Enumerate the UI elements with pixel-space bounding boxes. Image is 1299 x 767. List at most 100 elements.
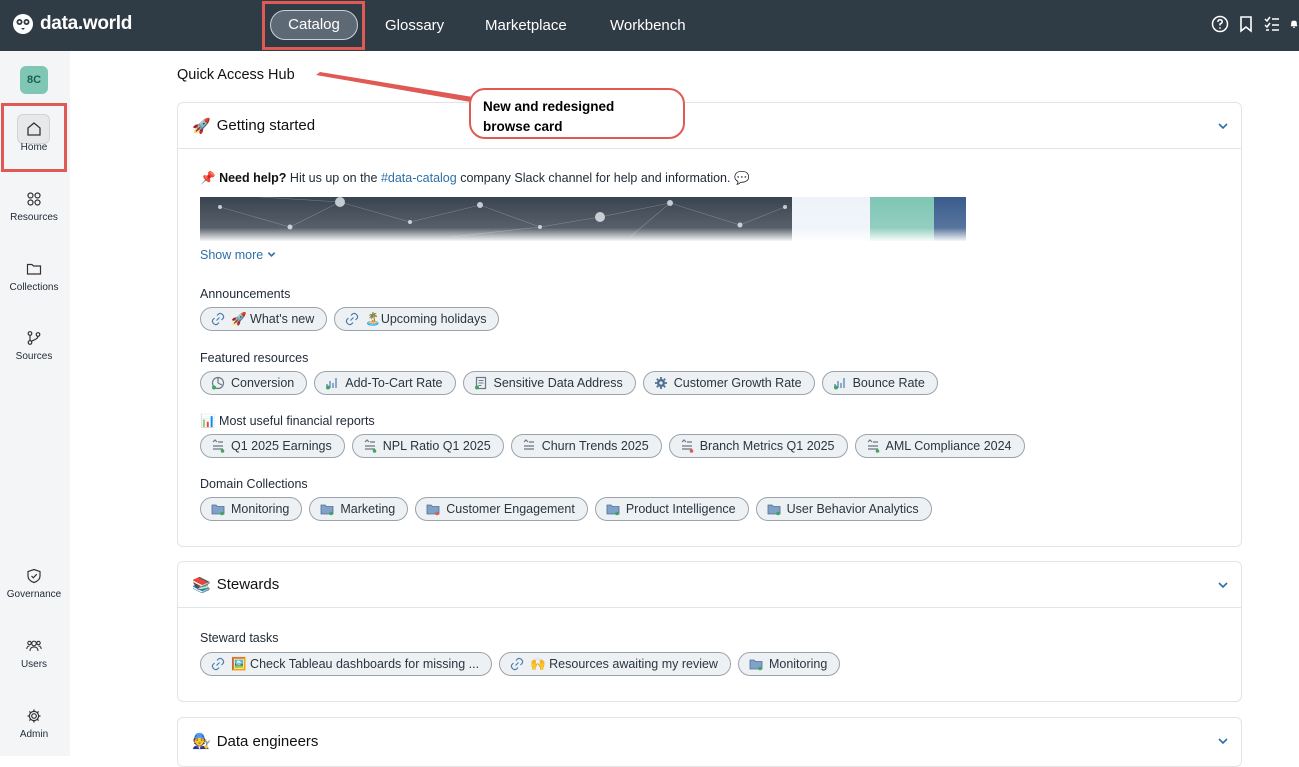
chip-npl-ratio-q1-2025[interactable]: NPL Ratio Q1 2025 — [351, 434, 504, 458]
chip-label: 🖼️ Check Tableau dashboards for missing … — [231, 656, 480, 671]
chip-product-intelligence[interactable]: Product Intelligence — [594, 497, 749, 521]
chevron-down-icon[interactable] — [1217, 735, 1229, 747]
link-icon — [346, 312, 359, 326]
nav-workbench[interactable]: Workbench — [610, 0, 686, 51]
chip-label: Sensitive Data Address — [493, 376, 623, 390]
sidebar-item-home[interactable]: Home — [0, 121, 68, 153]
chip-label: Product Intelligence — [625, 502, 736, 516]
sidebar-item-label: Home — [20, 142, 48, 153]
chip-resources-awaiting-review[interactable]: 🙌 Resources awaiting my review — [499, 652, 731, 676]
steward-tasks-label: Steward tasks — [200, 631, 279, 645]
link-icon — [510, 657, 524, 671]
chip-label: Conversion — [231, 376, 295, 390]
folder-icon — [426, 504, 440, 516]
logo-text: data.world — [40, 13, 133, 34]
chip-label: 🙌 Resources awaiting my review — [530, 656, 718, 671]
folder-icon — [767, 504, 781, 516]
avatar[interactable]: 8C — [20, 66, 48, 94]
card-title: Data engineers — [216, 732, 319, 750]
data-engineers-header[interactable]: 🧑‍🔧 Data engineers — [178, 718, 1241, 764]
chip-marketing[interactable]: Marketing — [309, 497, 409, 521]
featured-resources-row: Conversion Add-To-Cart Rate Sensitive Da… — [200, 371, 938, 395]
sidebar-item-sources[interactable]: Sources — [0, 330, 68, 362]
chevron-down-icon[interactable] — [1217, 120, 1229, 132]
chip-monitoring[interactable]: Monitoring — [200, 497, 303, 521]
users-icon — [26, 640, 42, 652]
chip-label: NPL Ratio Q1 2025 — [382, 439, 491, 453]
top-right-icons — [1211, 15, 1299, 33]
domain-collections-row: Monitoring Marketing Customer Engagement… — [200, 497, 932, 521]
getting-started-header[interactable]: 🚀 Getting started — [178, 103, 1241, 149]
chip-customer-engagement[interactable]: Customer Engagement — [415, 497, 588, 521]
folder-icon — [26, 263, 42, 275]
financial-reports-row: Q1 2025 Earnings NPL Ratio Q1 2025 Churn… — [200, 434, 1025, 458]
folder-icon — [211, 504, 225, 516]
featured-resources-label: Featured resources — [200, 351, 309, 365]
chip-monitoring-steward[interactable]: Monitoring — [737, 652, 841, 676]
nav-marketplace[interactable]: Marketplace — [485, 0, 567, 51]
chip-upcoming-holidays[interactable]: 🏝️Upcoming holidays — [334, 307, 500, 331]
chip-label: Marketing — [340, 502, 396, 516]
slack-channel-link[interactable]: #data-catalog — [381, 171, 457, 185]
resources-icon — [27, 192, 41, 206]
data-engineers-card: 🧑‍🔧 Data engineers — [177, 717, 1242, 767]
sidebar-item-users[interactable]: Users — [0, 638, 68, 670]
help-message: 📌 Need help? Hit us up on the #data-cata… — [200, 171, 750, 186]
owl-logo-icon — [13, 14, 33, 34]
sidebar-item-resources[interactable]: Resources — [0, 191, 68, 223]
callout-arrow — [316, 72, 485, 104]
nav-catalog[interactable]: Catalog — [270, 10, 358, 40]
getting-started-body: 📌 Need help? Hit us up on the #data-cata… — [178, 149, 1241, 547]
sidebar-item-admin[interactable]: Admin — [0, 708, 68, 740]
sidebar-item-governance[interactable]: Governance — [0, 568, 68, 600]
folder-icon — [749, 659, 763, 671]
chevron-down-icon[interactable] — [1217, 579, 1229, 591]
page-title: Quick Access Hub — [177, 67, 295, 83]
bookmark-icon[interactable] — [1237, 15, 1255, 33]
bar-metric-icon — [326, 378, 338, 390]
nav-glossary[interactable]: Glossary — [385, 0, 444, 51]
callout-line: browse card — [483, 119, 563, 134]
stewards-card: 📚 Stewards Steward tasks 🖼️ Check Tablea… — [177, 561, 1242, 702]
chip-branch-metrics-q1-2025[interactable]: Branch Metrics Q1 2025 — [668, 434, 848, 458]
notification-bell-icon[interactable] — [1289, 15, 1299, 33]
sidebar-item-collections[interactable]: Collections — [0, 261, 68, 293]
chip-check-tableau-dashboards[interactable]: 🖼️ Check Tableau dashboards for missing … — [200, 652, 493, 676]
chip-label: Q1 2025 Earnings — [231, 439, 332, 453]
chip-churn-trends-2025[interactable]: Churn Trends 2025 — [510, 434, 662, 458]
folder-icon — [606, 504, 620, 516]
stewards-header[interactable]: 📚 Stewards — [178, 562, 1241, 608]
sidebar-item-label: Resources — [10, 212, 58, 223]
bar-metric-icon — [833, 378, 845, 390]
chip-conversion[interactable]: Conversion — [200, 371, 308, 395]
pin-emoji: 📌 — [200, 171, 216, 185]
chip-sensitive-data-address[interactable]: Sensitive Data Address — [462, 371, 636, 395]
chip-customer-growth-rate[interactable]: Customer Growth Rate — [642, 371, 815, 395]
branch-icon — [27, 331, 41, 345]
chip-label: Customer Engagement — [446, 502, 575, 516]
chip-add-to-cart-rate[interactable]: Add-To-Cart Rate — [314, 371, 456, 395]
help-icon[interactable] — [1211, 15, 1229, 33]
annotation-callout: New and redesigned browse card — [469, 88, 685, 139]
chip-bounce-rate[interactable]: Bounce Rate — [821, 371, 938, 395]
left-sidebar: 8C Home Resources Collections Sources Go… — [0, 51, 70, 756]
chip-whats-new[interactable]: 🚀 What's new — [200, 307, 328, 331]
show-more-label: Show more — [200, 248, 264, 262]
chip-label: Bounce Rate — [852, 376, 925, 390]
sidebar-item-label: Users — [20, 659, 48, 670]
rocket-emoji: 🚀 — [192, 117, 211, 135]
announcements-row: 🚀 What's new 🏝️Upcoming holidays — [200, 307, 500, 331]
checklist-icon[interactable] — [1263, 15, 1281, 33]
chip-q1-2025-earnings[interactable]: Q1 2025 Earnings — [200, 434, 345, 458]
gear-icon — [654, 377, 667, 389]
show-more-link[interactable]: Show more — [200, 248, 276, 262]
app-logo[interactable]: data.world — [12, 13, 132, 35]
chip-user-behavior-analytics[interactable]: User Behavior Analytics — [755, 497, 932, 521]
link-icon — [211, 312, 225, 326]
domain-collections-label: Domain Collections — [200, 477, 308, 491]
home-icon — [27, 122, 41, 136]
chip-label: Monitoring — [231, 502, 290, 516]
sidebar-item-label: Collections — [9, 282, 59, 293]
report-icon — [212, 439, 225, 453]
chip-aml-compliance-2024[interactable]: AML Compliance 2024 — [854, 434, 1025, 458]
